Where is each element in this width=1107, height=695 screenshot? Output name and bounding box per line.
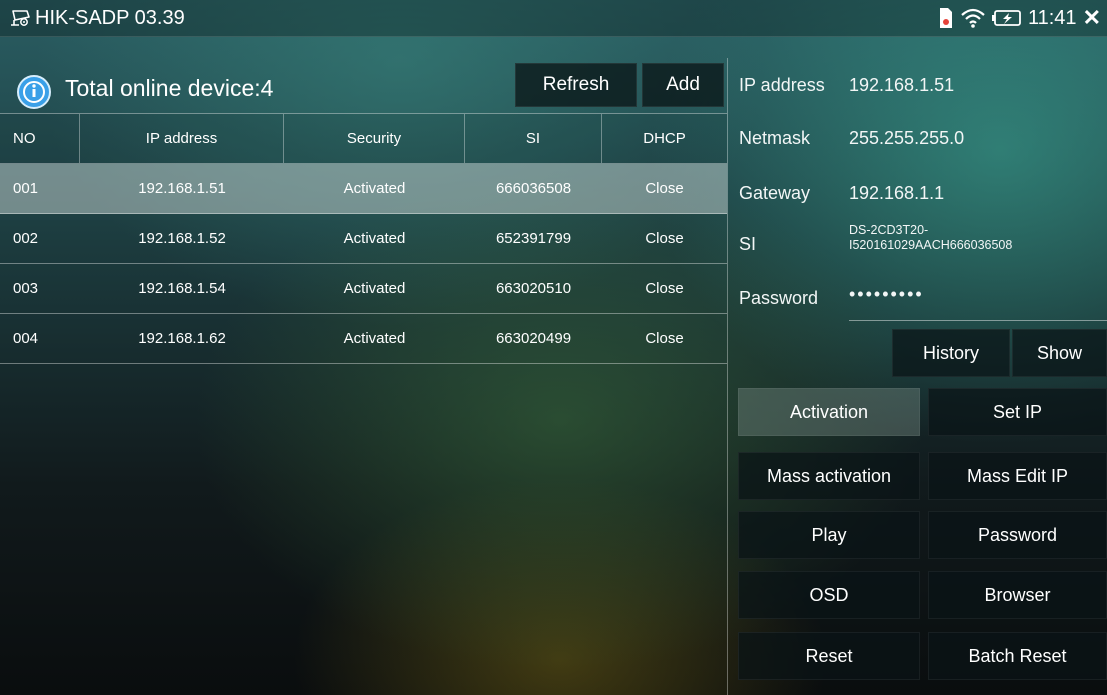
batch-reset-button[interactable]: Batch Reset [928, 632, 1107, 680]
osd-button[interactable]: OSD [738, 571, 920, 619]
cell-ip: 192.168.1.62 [138, 330, 226, 347]
device-list-panel: Total online device:4 Refresh Add NO IP … [0, 58, 728, 695]
table-row[interactable]: 001 192.168.1.51 Activated 666036508 Clo… [0, 164, 727, 214]
history-button[interactable]: History [892, 329, 1010, 377]
cell-security: Activated [343, 230, 406, 247]
gateway-field[interactable]: Gateway 192.168.1.1 [728, 164, 1107, 218]
activation-button[interactable]: Activation [738, 388, 920, 436]
cell-si: 663020510 [495, 280, 572, 297]
play-button[interactable]: Play [738, 511, 920, 559]
reset-button[interactable]: Reset [738, 632, 920, 680]
password-input[interactable]: ••••••••• [849, 283, 924, 305]
ip-address-field[interactable]: IP address 192.168.1.51 [728, 58, 1107, 112]
table-header: NO IP address Security SI DHCP [0, 113, 727, 164]
gateway-value[interactable]: 192.168.1.1 [849, 182, 944, 204]
info-icon [17, 75, 51, 109]
column-header-security[interactable]: Security [284, 114, 465, 163]
set-ip-button[interactable]: Set IP [928, 388, 1107, 436]
netmask-label: Netmask [739, 128, 811, 148]
cell-no: 003 [13, 280, 39, 297]
password-label: Password [739, 288, 819, 308]
table-row[interactable]: 002 192.168.1.52 Activated 652391799 Clo… [0, 214, 727, 264]
table-row[interactable]: 003 192.168.1.54 Activated 663020510 Clo… [0, 264, 727, 314]
app-title: HIK-SADP 03.39 [35, 7, 185, 29]
mass-edit-ip-button[interactable]: Mass Edit IP [928, 452, 1107, 500]
si-value-line2: I520161029AACH666036508 [849, 238, 1013, 252]
cell-no: 004 [13, 330, 39, 347]
si-field: SI DS-2CD3T20- I520161029AACH666036508 [728, 217, 1107, 271]
wifi-icon [961, 8, 985, 28]
si-value-line1: DS-2CD3T20- [849, 223, 929, 237]
si-label: SI [739, 234, 757, 254]
sim-card-icon [939, 8, 952, 28]
browser-button[interactable]: Browser [928, 571, 1107, 619]
status-icons: 11:41 ✕ [938, 5, 1101, 31]
cell-si: 666036508 [495, 180, 572, 197]
cell-dhcp: Close [645, 230, 684, 247]
device-table: NO IP address Security SI DHCP 001 192.1… [0, 113, 727, 364]
cell-security: Activated [343, 180, 406, 197]
device-list-header: Total online device:4 Refresh Add [0, 58, 727, 112]
password-button[interactable]: Password [928, 511, 1107, 559]
add-button[interactable]: Add [642, 63, 724, 107]
cell-dhcp: Close [645, 180, 684, 197]
column-header-ip[interactable]: IP address [80, 114, 284, 163]
cell-si: 663020499 [495, 330, 572, 347]
cell-ip: 192.168.1.52 [138, 230, 226, 247]
title-bar: HIK-SADP 03.39 11:41 ✕ [0, 0, 1107, 37]
column-header-no[interactable]: NO [0, 114, 80, 163]
cell-ip: 192.168.1.54 [138, 280, 226, 297]
cell-no: 001 [13, 180, 39, 197]
cell-no: 002 [13, 230, 39, 247]
show-password-button[interactable]: Show [1012, 329, 1107, 377]
clock: 11:41 [1027, 6, 1077, 29]
cell-dhcp: Close [645, 330, 684, 347]
cell-si: 652391799 [495, 230, 572, 247]
column-header-dhcp[interactable]: DHCP [602, 114, 727, 163]
total-online-devices: Total online device:4 [65, 75, 274, 101]
cell-security: Activated [343, 330, 406, 347]
close-icon[interactable]: ✕ [1083, 5, 1101, 31]
netmask-field[interactable]: Netmask 255.255.255.0 [728, 111, 1107, 165]
password-underline [849, 320, 1107, 321]
cell-security: Activated [343, 280, 406, 297]
column-header-si[interactable]: SI [465, 114, 602, 163]
gateway-label: Gateway [739, 183, 811, 203]
mass-activation-button[interactable]: Mass activation [738, 452, 920, 500]
battery-charging-icon [991, 10, 1021, 26]
ip-address-value[interactable]: 192.168.1.51 [849, 74, 954, 96]
refresh-button[interactable]: Refresh [515, 63, 637, 107]
netmask-value[interactable]: 255.255.255.0 [849, 127, 964, 149]
cell-dhcp: Close [645, 280, 684, 297]
table-row[interactable]: 004 192.168.1.62 Activated 663020499 Clo… [0, 314, 727, 364]
camera-icon [11, 10, 30, 26]
ip-address-label: IP address [739, 75, 825, 95]
device-detail-panel: IP address 192.168.1.51 Netmask 255.255.… [728, 58, 1107, 695]
cell-ip: 192.168.1.51 [138, 180, 226, 197]
password-field[interactable]: Password ••••••••• [728, 270, 1107, 324]
